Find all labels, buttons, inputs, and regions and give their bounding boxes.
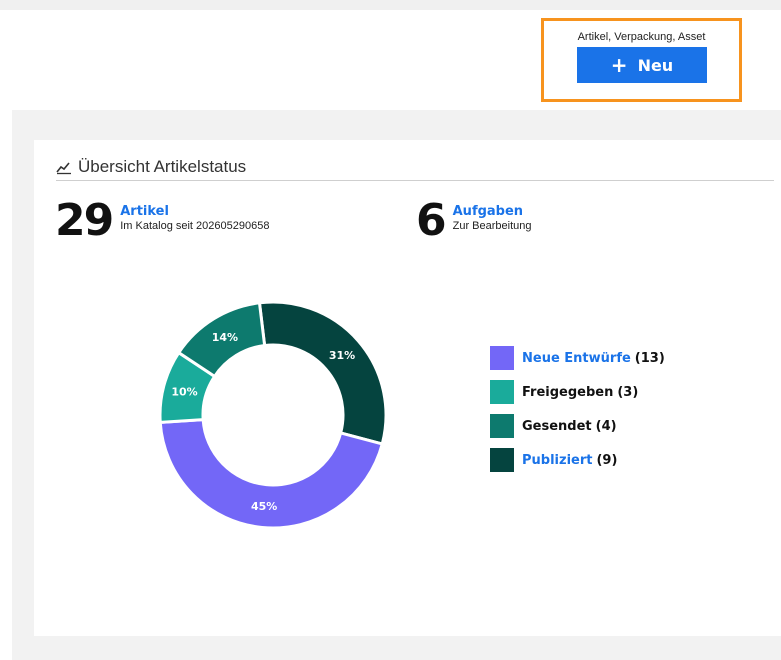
legend-swatch	[490, 448, 514, 472]
new-button-label: Neu	[637, 55, 674, 75]
new-item-action-box: Artikel, Verpackung, Asset + Neu	[541, 18, 742, 102]
legend-item-neue-entwuerfe[interactable]: Neue Entwürfe (13)	[490, 346, 665, 370]
legend-item-publiziert[interactable]: Publiziert (9)	[490, 448, 665, 472]
legend-item-gesendet: Gesendet (4)	[490, 414, 665, 438]
tasks-subtext: Zur Bearbeitung	[452, 220, 532, 232]
plus-icon: +	[610, 53, 628, 77]
legend-label: Gesendet	[522, 418, 592, 434]
new-item-caption: Artikel, Verpackung, Asset	[577, 31, 706, 43]
articles-subtext: Im Katalog seit 202605290658	[120, 220, 270, 232]
top-strip	[0, 0, 781, 10]
donut-slice-label: 14%	[212, 331, 238, 344]
legend-count: (13)	[634, 350, 665, 366]
stat-articles: 29 Artikel Im Katalog seit 202605290658	[55, 195, 269, 246]
legend-label: Freigegeben	[522, 384, 614, 400]
legend-swatch	[490, 346, 514, 370]
donut-slice-label: 45%	[251, 500, 277, 513]
stat-articles-number: 29	[55, 195, 114, 246]
legend-swatch	[490, 414, 514, 438]
stat-tasks-number: 6	[416, 195, 447, 246]
donut-slice-label: 31%	[329, 349, 355, 362]
stat-tasks-text: Aufgaben Zur Bearbeitung	[453, 204, 532, 232]
legend-swatch	[490, 380, 514, 404]
stat-articles-text: Artikel Im Katalog seit 202605290658	[120, 204, 269, 232]
status-donut-chart: 31% 45% 10% 14%	[158, 300, 388, 530]
legend-count: (3)	[617, 384, 639, 400]
legend-count: (4)	[595, 418, 617, 434]
legend-label[interactable]: Neue Entwürfe	[522, 351, 631, 366]
legend-count: (9)	[596, 452, 618, 468]
line-chart-icon	[56, 161, 71, 174]
card-title: Übersicht Artikelstatus	[78, 156, 247, 176]
legend-item-freigegeben: Freigegeben (3)	[490, 380, 665, 404]
new-button[interactable]: + Neu	[577, 47, 707, 83]
chart-legend: Neue Entwürfe (13) Freigegeben (3) Gesen…	[490, 346, 665, 482]
tasks-link[interactable]: Aufgaben	[453, 204, 532, 219]
legend-label[interactable]: Publiziert	[522, 453, 592, 468]
donut-slice	[257, 300, 388, 446]
donut-slice-label: 10%	[171, 386, 197, 399]
stat-tasks: 6 Aufgaben Zur Bearbeitung	[416, 195, 532, 246]
card-header: Übersicht Artikelstatus	[56, 153, 774, 181]
articles-link[interactable]: Artikel	[120, 204, 269, 219]
